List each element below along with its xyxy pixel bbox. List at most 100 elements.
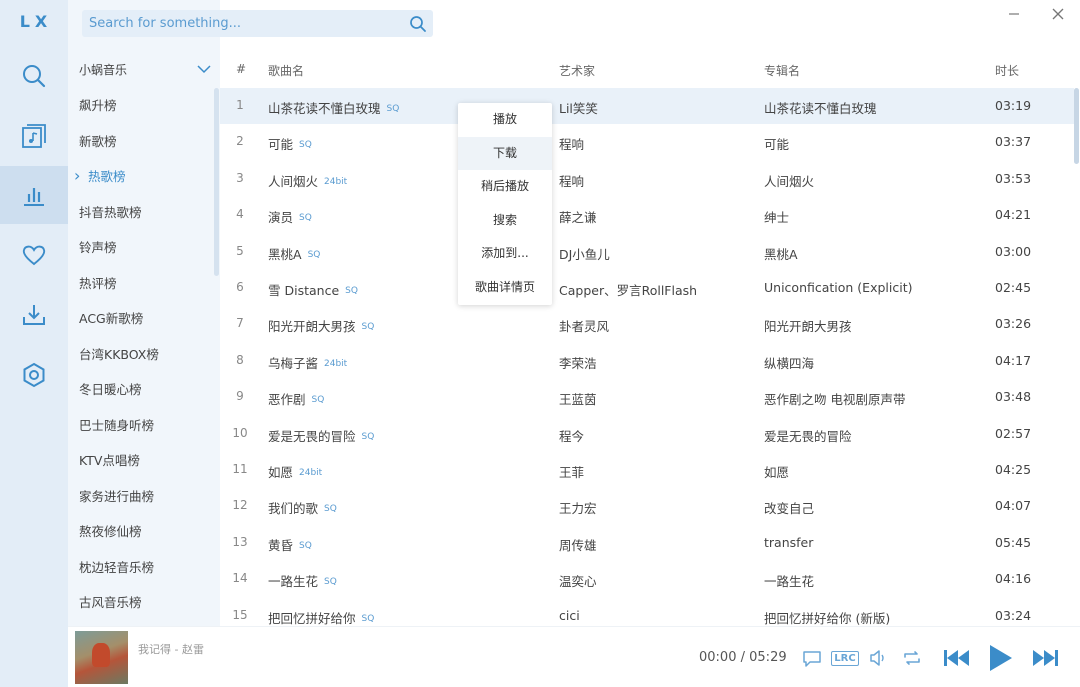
song-album[interactable]: 山茶花读不懂白玫瑰 [764, 98, 877, 117]
song-artist[interactable]: 王菲 [559, 462, 584, 481]
song-artist[interactable]: Lil笑笑 [559, 98, 598, 117]
song-artist[interactable]: 卦者灵风 [559, 316, 609, 335]
song-album[interactable]: 纵横四海 [764, 353, 814, 372]
table-row[interactable]: 5 黑桃A SQ DJ小鱼儿 黑桃A 03:00 [220, 234, 1074, 270]
table-row[interactable]: 11 如愿 24bit 王菲 如愿 04:25 [220, 452, 1074, 488]
song-list-scrollbar[interactable] [1074, 88, 1079, 164]
song-artist[interactable]: cici [559, 608, 580, 623]
quality-badge: SQ [311, 395, 325, 406]
table-row[interactable]: 8 乌梅子酱 24bit 李荣浩 纵横四海 04:17 [220, 343, 1074, 379]
song-artist[interactable]: 程响 [559, 134, 584, 153]
song-artist[interactable]: DJ小鱼儿 [559, 244, 610, 263]
nav-search[interactable] [0, 47, 68, 105]
lyric-button[interactable]: LRC [831, 647, 859, 669]
row-number: 14 [232, 571, 248, 586]
board-item[interactable]: 热歌榜 [68, 158, 220, 195]
song-album[interactable]: 一路生花 [764, 571, 814, 590]
table-row[interactable]: 9 恶作剧 SQ 王蓝茵 恶作剧之吻 电视剧原声带 03:48 [220, 379, 1074, 415]
table-row[interactable]: 10 爱是无畏的冒险 SQ 程今 爱是无畏的冒险 02:57 [220, 416, 1074, 452]
song-name: 爱是无畏的冒险 SQ [268, 426, 374, 445]
table-row[interactable]: 3 人间烟火 24bit 程响 人间烟火 03:53 [220, 161, 1074, 197]
search-button[interactable] [407, 13, 429, 35]
table-row[interactable]: 14 一路生花 SQ 温奕心 一路生花 04:16 [220, 561, 1074, 597]
board-item[interactable]: 古风音乐榜 [68, 585, 220, 621]
song-album[interactable]: 人间烟火 [764, 171, 814, 190]
board-item[interactable]: 巴士随身听榜 [68, 408, 220, 444]
table-row[interactable]: 15 把回忆拼好给你 SQ cici 把回忆拼好给你 (新版) 03:24 [220, 598, 1074, 626]
board-item[interactable]: 热评榜 [68, 266, 220, 302]
source-select[interactable]: 小蜗音乐 [79, 58, 211, 80]
comment-button[interactable] [801, 647, 823, 669]
song-album[interactable]: 恶作剧之吻 电视剧原声带 [764, 389, 905, 408]
context-menu-item[interactable]: 添加到... [458, 237, 552, 271]
song-album[interactable]: 如愿 [764, 462, 789, 481]
song-title: 演员 [268, 210, 294, 226]
board-scrollbar[interactable] [214, 88, 219, 276]
board-item[interactable]: ACG新歌榜 [68, 301, 220, 337]
row-number: 1 [236, 98, 244, 112]
board-item[interactable]: 台湾KKBOX榜 [68, 337, 220, 373]
table-row[interactable]: 4 演员 SQ 薛之谦 绅士 04:21 [220, 197, 1074, 233]
song-album[interactable]: 黑桃A [764, 244, 798, 263]
context-menu-item[interactable]: 稍后播放 [458, 170, 552, 204]
repeat-button[interactable] [901, 647, 923, 669]
song-title: 黄昏 [268, 537, 294, 553]
table-row[interactable]: 13 黄昏 SQ 周传雄 transfer 05:45 [220, 525, 1074, 561]
board-item[interactable]: 冬日暖心榜 [68, 372, 220, 408]
quality-badge: 24bit [324, 358, 348, 369]
board-item[interactable]: 熬夜修仙榜 [68, 514, 220, 550]
song-album[interactable]: 把回忆拼好给你 (新版) [764, 608, 890, 626]
song-album[interactable]: 绅士 [764, 207, 789, 226]
context-menu-item[interactable]: 播放 [458, 103, 552, 137]
table-row[interactable]: 12 我们的歌 SQ 王力宏 改变自己 04:07 [220, 488, 1074, 524]
nav-settings[interactable] [0, 346, 68, 404]
context-menu-item[interactable]: 歌曲详情页 [458, 271, 552, 305]
context-menu-item[interactable]: 搜索 [458, 204, 552, 238]
board-item[interactable]: 飙升榜 [68, 88, 220, 124]
song-artist[interactable]: 温奕心 [559, 571, 597, 590]
volume-button[interactable] [867, 647, 889, 669]
nav-downloads[interactable] [0, 286, 68, 344]
next-button[interactable] [1031, 644, 1061, 672]
board-item[interactable]: 新歌榜 [68, 124, 220, 160]
previous-button[interactable] [941, 644, 971, 672]
search-input[interactable] [82, 10, 398, 37]
song-duration: 02:57 [995, 425, 1032, 441]
minimize-button[interactable] [1004, 4, 1024, 24]
song-title: 把回忆拼好给你 [268, 610, 356, 626]
next-icon [1033, 650, 1058, 666]
song-album[interactable]: Uniconfication (Explicit) [764, 280, 913, 295]
song-artist[interactable]: 周传雄 [559, 535, 597, 554]
song-album[interactable]: 阳光开朗大男孩 [764, 316, 852, 335]
board-item[interactable]: 枕边轻音乐榜 [68, 550, 220, 586]
song-artist[interactable]: 薛之谦 [559, 207, 597, 226]
board-item[interactable]: KTV点唱榜 [68, 443, 220, 479]
heart-icon [22, 245, 46, 266]
play-button[interactable] [986, 641, 1016, 675]
album-cover[interactable] [75, 631, 128, 684]
song-album[interactable]: 改变自己 [764, 498, 814, 517]
context-menu-item[interactable]: 下载 [458, 136, 552, 170]
board-item[interactable]: 抖音热歌榜 [68, 195, 220, 231]
nav-charts[interactable] [0, 166, 68, 224]
nav-favorites[interactable] [0, 226, 68, 284]
quality-badge: SQ [324, 504, 337, 515]
song-album[interactable]: 可能 [764, 134, 789, 153]
table-row[interactable]: 1 山茶花读不懂白玫瑰 SQ Lil笑笑 山茶花读不懂白玫瑰 03:19 [220, 88, 1074, 125]
song-artist[interactable]: Capper、罗言RollFlash [559, 280, 697, 299]
song-artist[interactable]: 程今 [559, 426, 584, 445]
song-album[interactable]: transfer [764, 535, 813, 550]
table-row[interactable]: 2 可能 SQ 程响 可能 03:37 [220, 124, 1074, 160]
board-item[interactable]: 家务进行曲榜 [68, 479, 220, 515]
board-item[interactable]: 铃声榜 [68, 230, 220, 266]
table-row[interactable]: 7 阳光开朗大男孩 SQ 卦者灵风 阳光开朗大男孩 03:26 [220, 306, 1074, 342]
song-artist[interactable]: 王蓝茵 [559, 389, 597, 408]
table-row[interactable]: 6 雪 Distance SQ Capper、罗言RollFlash Uniconfic… [220, 270, 1074, 306]
song-duration: 03:53 [995, 170, 1032, 186]
song-album[interactable]: 爱是无畏的冒险 [764, 426, 852, 445]
song-artist[interactable]: 李荣浩 [559, 353, 597, 372]
close-button[interactable] [1048, 4, 1068, 24]
song-artist[interactable]: 程响 [559, 171, 584, 190]
song-artist[interactable]: 王力宏 [559, 498, 597, 517]
nav-library[interactable] [0, 107, 68, 165]
